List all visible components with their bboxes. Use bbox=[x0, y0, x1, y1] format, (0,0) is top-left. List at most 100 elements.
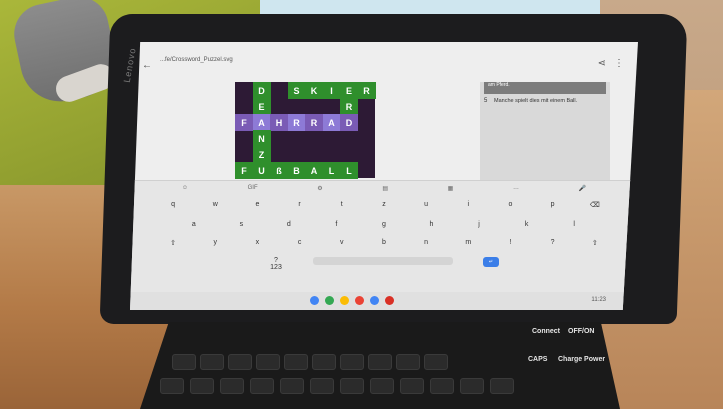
crossword-cell[interactable]: R bbox=[357, 82, 376, 99]
keyboard-key[interactable]: ⇧ bbox=[166, 239, 180, 247]
hardware-key[interactable] bbox=[172, 354, 196, 370]
keyboard-key[interactable]: j bbox=[472, 221, 486, 228]
crossword-cell[interactable]: S bbox=[287, 82, 306, 99]
crossword-cell[interactable]: N bbox=[252, 130, 271, 147]
keyboard-key[interactable]: d bbox=[282, 221, 296, 228]
keyboard-key[interactable]: ? bbox=[546, 239, 560, 247]
keyboard-key[interactable]: k bbox=[520, 221, 534, 228]
keyboard-key[interactable]: s bbox=[234, 221, 248, 228]
hardware-key[interactable] bbox=[370, 378, 394, 394]
keyboard-key[interactable]: z bbox=[377, 201, 391, 209]
keyboard-key[interactable]: t bbox=[335, 201, 349, 209]
app-icon[interactable] bbox=[370, 296, 379, 305]
hardware-key[interactable] bbox=[190, 378, 214, 394]
keyboard-tool-icon[interactable]: 🎤 bbox=[579, 185, 586, 192]
keyboard-key[interactable]: y bbox=[208, 239, 222, 247]
share-icon[interactable]: ⋖ bbox=[598, 58, 606, 69]
hardware-key[interactable] bbox=[460, 378, 484, 394]
chrome-icon[interactable] bbox=[355, 296, 364, 305]
keyboard-key[interactable]: ! bbox=[503, 239, 517, 247]
enter-key[interactable]: ↵ bbox=[483, 257, 499, 267]
keyboard-key[interactable]: p bbox=[546, 201, 560, 209]
crossword-cell[interactable]: F bbox=[235, 114, 253, 131]
hardware-key[interactable] bbox=[396, 354, 420, 370]
hardware-key[interactable] bbox=[424, 354, 448, 370]
crossword-cell[interactable]: R bbox=[305, 114, 323, 131]
keyboard-tool-icon[interactable]: ⚙ bbox=[317, 185, 322, 192]
crossword-cell[interactable]: I bbox=[322, 82, 341, 99]
gmail-icon[interactable] bbox=[385, 296, 394, 305]
onscreen-keyboard: ☺ GIF ⚙ ▤ ▦ … 🎤 q w e r t z u i o p ⌫ a s d f g h j k l ⇧ y x c v b n m… bbox=[130, 180, 638, 292]
keyboard-key[interactable]: l bbox=[567, 221, 581, 228]
keyboard-key[interactable]: v bbox=[335, 239, 349, 247]
crossword-cell[interactable]: K bbox=[305, 82, 323, 99]
keyboard-key[interactable]: n bbox=[419, 239, 433, 247]
crossword-cell[interactable]: A bbox=[305, 162, 323, 179]
keyboard-key[interactable]: o bbox=[503, 201, 517, 209]
keyboard-key[interactable]: q bbox=[166, 201, 180, 209]
space-bar[interactable] bbox=[313, 257, 453, 265]
hardware-key[interactable] bbox=[284, 354, 308, 370]
hardware-key[interactable] bbox=[368, 354, 392, 370]
crossword-cell[interactable]: H bbox=[270, 114, 288, 131]
keyboard-tool-icon[interactable]: ▤ bbox=[382, 185, 388, 192]
keyboard-key[interactable]: m bbox=[461, 239, 475, 247]
keyboard-key[interactable]: b bbox=[377, 239, 391, 247]
hardware-key[interactable] bbox=[490, 378, 514, 394]
num-key[interactable]: ?123 bbox=[269, 257, 283, 271]
keyboard-key[interactable]: g bbox=[377, 221, 391, 228]
hardware-key[interactable] bbox=[200, 354, 224, 370]
hardware-key[interactable] bbox=[228, 354, 252, 370]
hardware-key[interactable] bbox=[310, 378, 334, 394]
keyboard-key[interactable]: ⌫ bbox=[588, 201, 602, 209]
keyboard-key[interactable]: u bbox=[419, 201, 433, 209]
keyboard-tool-icon[interactable]: ▦ bbox=[448, 185, 454, 192]
crossword-cell[interactable]: E bbox=[340, 82, 358, 99]
keyboard-tool-icon[interactable]: … bbox=[513, 185, 519, 192]
hardware-key[interactable] bbox=[430, 378, 454, 394]
keyboard-key[interactable]: ⇧ bbox=[588, 239, 602, 247]
hardware-key[interactable] bbox=[400, 378, 424, 394]
crossword-cell[interactable]: L bbox=[340, 162, 358, 179]
keyboard-tool-icon[interactable]: ☺ bbox=[182, 185, 188, 192]
keyboard-row-4: ?123 ↵ bbox=[130, 257, 638, 271]
hardware-key[interactable] bbox=[280, 378, 304, 394]
crossword-cell[interactable]: E bbox=[252, 98, 271, 115]
crossword-cell[interactable]: Z bbox=[252, 146, 271, 163]
crossword-cell[interactable]: U bbox=[252, 162, 271, 179]
keyboard-key[interactable]: c bbox=[293, 239, 307, 247]
crossword-cell[interactable]: F bbox=[235, 162, 253, 179]
hardware-key[interactable] bbox=[312, 354, 336, 370]
crossword-grid: DSKIERERFAHRRADNZFUßBALL bbox=[235, 82, 376, 179]
keyboard-key[interactable]: f bbox=[329, 221, 343, 228]
crossword-cell[interactable]: ß bbox=[270, 162, 288, 179]
app-icon[interactable] bbox=[340, 296, 349, 305]
hardware-key[interactable] bbox=[250, 378, 274, 394]
keyboard-row-1: q w e r t z u i o p ⌫ bbox=[130, 201, 638, 209]
keyboard-key[interactable]: w bbox=[208, 201, 222, 209]
crossword-cell[interactable]: A bbox=[252, 114, 271, 131]
keyboard-key[interactable]: r bbox=[293, 201, 307, 209]
hardware-key[interactable] bbox=[160, 378, 184, 394]
crossword-cell[interactable]: D bbox=[340, 114, 358, 131]
hardware-key[interactable] bbox=[340, 354, 364, 370]
keyboard-key[interactable]: h bbox=[425, 221, 439, 228]
crossword-cell[interactable]: D bbox=[252, 82, 271, 99]
crossword-cell[interactable]: A bbox=[322, 114, 341, 131]
keyboard-key[interactable]: i bbox=[461, 201, 475, 209]
hardware-key[interactable] bbox=[256, 354, 280, 370]
hardware-key[interactable] bbox=[340, 378, 364, 394]
more-vert-icon[interactable]: ⋮ bbox=[614, 58, 624, 69]
app-icon[interactable] bbox=[325, 296, 334, 305]
hardware-key[interactable] bbox=[220, 378, 244, 394]
keyboard-key[interactable]: a bbox=[187, 221, 201, 228]
crossword-cell[interactable]: R bbox=[340, 98, 358, 115]
app-icon[interactable] bbox=[310, 296, 319, 305]
keyboard-tool-icon[interactable]: GIF bbox=[248, 185, 258, 192]
arrow-left-icon[interactable]: ← bbox=[142, 60, 152, 71]
crossword-cell[interactable]: R bbox=[287, 114, 306, 131]
crossword-cell[interactable]: B bbox=[287, 162, 306, 179]
crossword-cell[interactable]: L bbox=[322, 162, 341, 179]
keyboard-key[interactable]: e bbox=[250, 201, 264, 209]
keyboard-key[interactable]: x bbox=[250, 239, 264, 247]
